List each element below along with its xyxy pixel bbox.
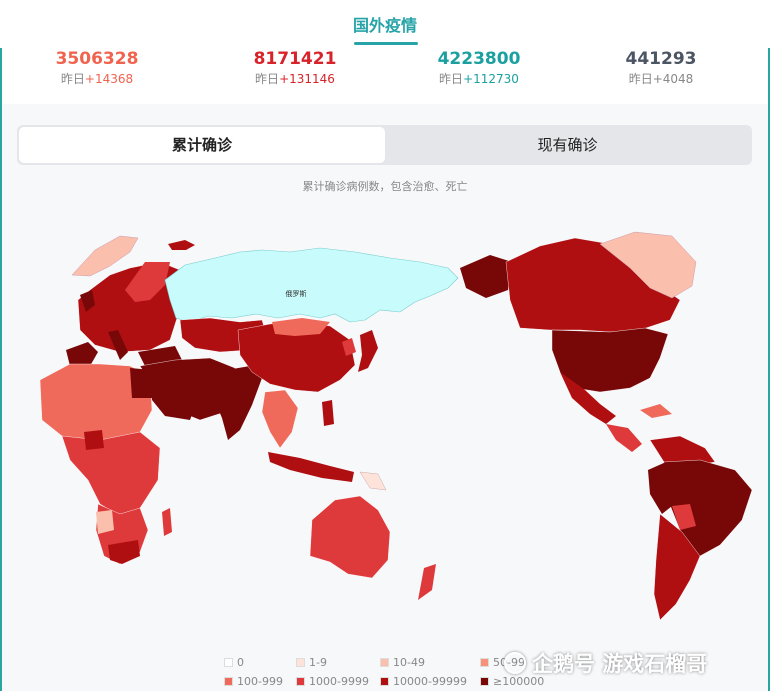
stat-delta: 昨日+131146 bbox=[255, 72, 335, 86]
legend-item[interactable]: 100-999 bbox=[224, 675, 283, 689]
legend-swatch bbox=[296, 677, 305, 686]
country-iceland[interactable] bbox=[168, 240, 195, 250]
stats-row: 3506328 昨日+14368 8171421 昨日+131146 42238… bbox=[2, 48, 768, 104]
country-angola[interactable] bbox=[96, 510, 114, 534]
country-alaska[interactable] bbox=[460, 255, 512, 298]
stat-delta: 昨日+112730 bbox=[439, 72, 519, 86]
country-indonesia[interactable] bbox=[268, 452, 354, 482]
country-nigeria[interactable] bbox=[84, 430, 104, 450]
region-europe[interactable] bbox=[77, 261, 186, 353]
legend-item[interactable]: 1000-9999 bbox=[296, 675, 369, 689]
tab-existing-confirmed[interactable]: 现有确诊 bbox=[385, 127, 750, 163]
country-papua[interactable] bbox=[359, 471, 387, 491]
stat-deaths: 441293 昨日+4048 bbox=[566, 48, 756, 88]
map-label-russia: 俄罗斯 bbox=[286, 289, 307, 298]
legend-swatch bbox=[296, 658, 305, 667]
country-philippines[interactable] bbox=[322, 400, 334, 426]
stat-total-confirmed: 8171421 昨日+131146 bbox=[200, 48, 390, 88]
world-map[interactable]: 俄罗斯 bbox=[0, 190, 770, 650]
stat-existing-confirmed: 3506328 昨日+14368 bbox=[2, 48, 192, 88]
legend-swatch bbox=[224, 658, 233, 667]
stat-recovered: 4223800 昨日+112730 bbox=[384, 48, 574, 88]
region-southeast-asia[interactable] bbox=[261, 389, 299, 449]
legend-swatch bbox=[480, 658, 489, 667]
tab-active-indicator bbox=[354, 42, 418, 45]
legend-item[interactable]: 1-9 bbox=[296, 656, 327, 670]
region-caribbean[interactable] bbox=[640, 404, 672, 418]
legend-swatch bbox=[224, 677, 233, 686]
legend-item[interactable]: 0 bbox=[224, 656, 244, 670]
country-japan[interactable] bbox=[358, 330, 378, 372]
stat-value: 441293 bbox=[625, 49, 697, 69]
stat-value: 4223800 bbox=[437, 49, 521, 69]
country-australia[interactable] bbox=[309, 495, 391, 579]
legend-item[interactable]: 10000-99999 bbox=[380, 675, 467, 689]
legend-swatch bbox=[380, 677, 389, 686]
country-madagascar[interactable] bbox=[162, 508, 172, 536]
legend-swatch bbox=[380, 658, 389, 667]
legend-item[interactable]: 10-49 bbox=[380, 656, 425, 670]
tab-foreign-epidemic[interactable]: 国外疫情 bbox=[0, 12, 770, 36]
stat-delta: 昨日+14368 bbox=[60, 72, 134, 86]
stat-delta: 昨日+4048 bbox=[628, 72, 694, 86]
region-central-america[interactable] bbox=[606, 424, 642, 452]
penguin-logo-icon bbox=[504, 652, 526, 674]
stat-value: 8171421 bbox=[253, 49, 337, 69]
country-new-zealand[interactable] bbox=[418, 564, 436, 600]
stat-value: 3506328 bbox=[55, 49, 139, 69]
top-tab-bar: 国外疫情 bbox=[0, 0, 770, 48]
country-russia[interactable] bbox=[164, 247, 459, 323]
region-central-africa[interactable] bbox=[61, 431, 161, 517]
watermark: 企鹅号 游戏石榴哥 bbox=[504, 648, 707, 678]
tab-cumulative-confirmed[interactable]: 累计确诊 bbox=[19, 127, 385, 163]
map-mode-toggle: 累计确诊 现有确诊 bbox=[17, 125, 752, 165]
legend-swatch bbox=[480, 677, 489, 686]
country-spain[interactable] bbox=[66, 342, 98, 366]
country-egypt[interactable] bbox=[130, 368, 154, 398]
country-india[interactable] bbox=[212, 366, 262, 440]
